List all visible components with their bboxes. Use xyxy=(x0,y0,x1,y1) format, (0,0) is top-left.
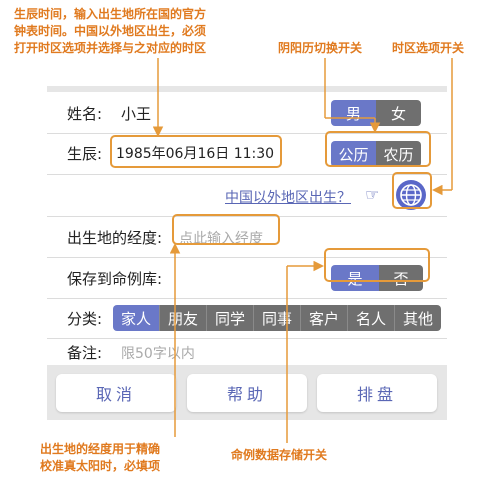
annotation-leader-lines xyxy=(152,58,453,443)
